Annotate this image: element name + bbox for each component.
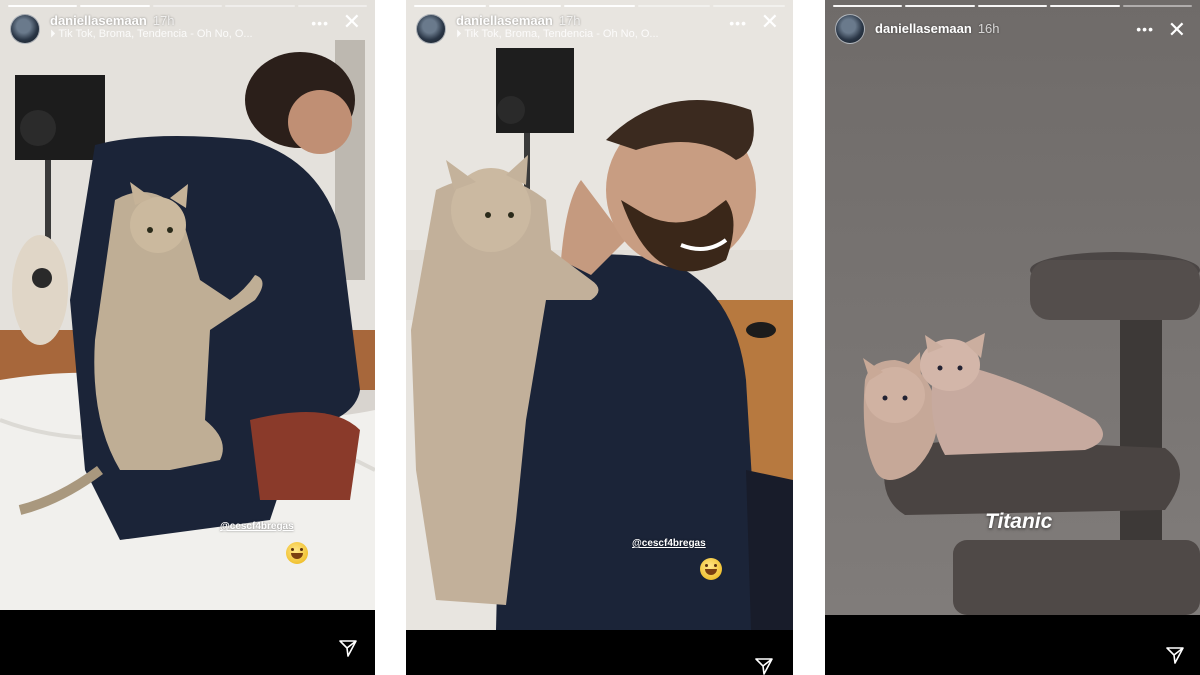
username[interactable]: daniellasemaan 17h (456, 13, 581, 28)
mention-tag[interactable]: @cescf4bregas (632, 538, 706, 549)
username[interactable]: daniellasemaan 16h (875, 21, 1000, 36)
story-progress-bar (8, 5, 368, 7)
progress-segment (1050, 5, 1120, 7)
progress-segment (297, 5, 368, 7)
avatar[interactable] (835, 14, 865, 44)
progress-segment (225, 5, 295, 7)
send-message-icon[interactable] (338, 638, 358, 658)
music-info[interactable]: ⏵ Tik Tok, Broma, Tendencia - Oh No, O..… (50, 28, 253, 41)
story-progress-bar (833, 5, 1193, 7)
mention-tag[interactable]: @cescf4bregas (220, 521, 294, 532)
username-text: daniellasemaan (875, 21, 972, 36)
close-icon[interactable]: ✕ (1168, 19, 1186, 41)
story-panel-2[interactable]: daniellasemaan 17h ⏵ Tik Tok, Broma, Tend… (406, 0, 793, 675)
more-options-icon[interactable]: ••• (311, 15, 329, 31)
progress-segment (1122, 5, 1193, 7)
story-header: daniellasemaan 17h ⏵ Tik Tok, Broma, Tend… (10, 11, 365, 45)
progress-segment (713, 5, 785, 7)
close-icon[interactable]: ✕ (343, 11, 361, 33)
story-time: 16h (977, 21, 1000, 36)
send-message-icon[interactable] (1165, 645, 1185, 665)
progress-segment (414, 5, 486, 7)
avatar[interactable] (416, 14, 446, 44)
progress-segment (563, 5, 636, 7)
more-options-icon[interactable]: ••• (729, 15, 747, 31)
story-photo-man-with-cat-bed (0, 0, 375, 610)
story-caption: Titanic (985, 510, 1053, 533)
story-panel-3[interactable]: daniellasemaan 16h ••• ✕ Titanic (825, 0, 1200, 675)
story-header: daniellasemaan 16h ••• ✕ (835, 11, 1190, 45)
story-progress-bar (414, 5, 785, 7)
avatar[interactable] (10, 14, 40, 44)
story-time: 17h (152, 13, 175, 28)
grinning-sweat-emoji-icon (700, 558, 722, 580)
progress-segment (488, 5, 561, 7)
progress-segment (905, 5, 975, 7)
username[interactable]: daniellasemaan 17h (50, 13, 175, 28)
send-message-icon[interactable] (754, 656, 774, 675)
username-text: daniellasemaan (50, 13, 147, 28)
close-icon[interactable]: ✕ (761, 11, 779, 33)
progress-segment (152, 5, 223, 7)
progress-segment (833, 5, 903, 7)
grinning-sweat-emoji-icon (286, 542, 308, 564)
story-bottom-bar (406, 630, 793, 675)
story-time: 17h (558, 13, 581, 28)
story-panel-1[interactable]: daniellasemaan 17h ⏵ Tik Tok, Broma, Tend… (0, 0, 375, 675)
story-bottom-bar (825, 615, 1200, 675)
music-info[interactable]: ⏵ Tik Tok, Broma, Tendencia - Oh No, O..… (456, 28, 659, 41)
progress-segment (977, 5, 1048, 7)
more-options-icon[interactable]: ••• (1136, 21, 1154, 37)
progress-segment (638, 5, 711, 7)
story-photo-man-laughing-cat (406, 0, 793, 630)
story-bottom-bar (0, 610, 375, 675)
progress-segment (80, 5, 150, 7)
progress-segment (8, 5, 78, 7)
username-text: daniellasemaan (456, 13, 553, 28)
story-header: daniellasemaan 17h ⏵ Tik Tok, Broma, Tend… (416, 11, 783, 45)
